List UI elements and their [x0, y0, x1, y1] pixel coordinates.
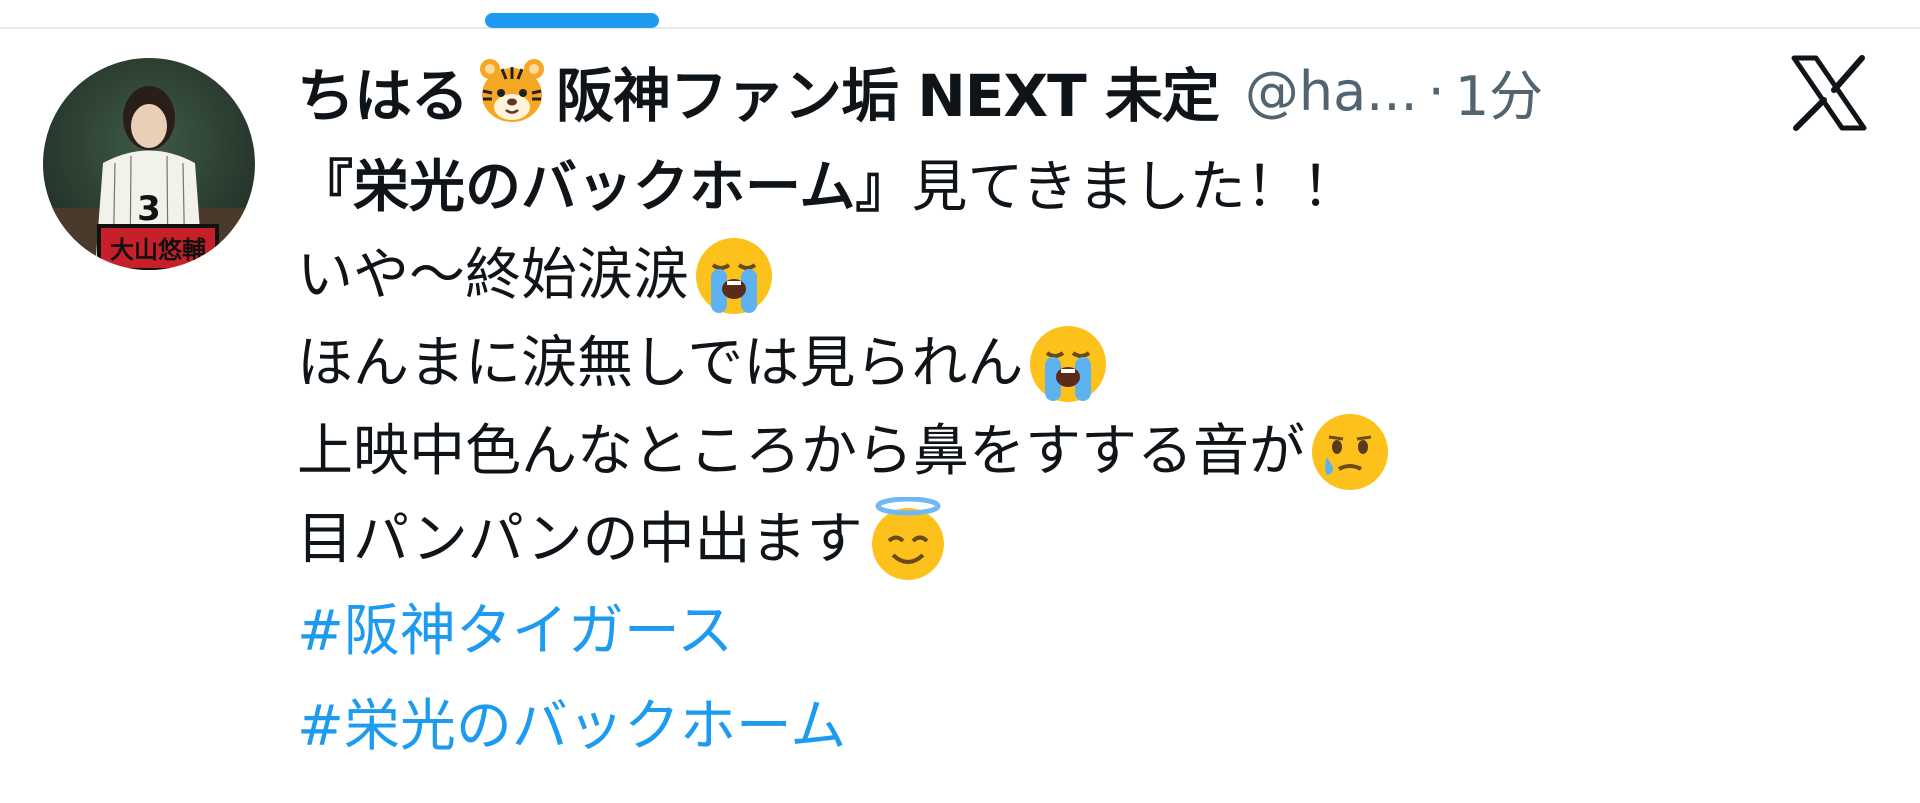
x-logo-icon[interactable] [1788, 52, 1870, 134]
face-holding-back-tears-icon [1312, 414, 1388, 490]
movie-title-text: 『栄光のバックホーム』 [297, 155, 912, 220]
smiling-face-with-halo-icon [871, 497, 944, 580]
jersey-number: 3 [137, 189, 161, 229]
tweet-line: ほんまに涙無しでは見られん [297, 320, 1797, 408]
tweet-line: 目パンパンの中出ます [297, 496, 1797, 584]
tweet-line: 上映中色んなところから鼻をすする音が [297, 408, 1797, 496]
separator-dot: · [1427, 59, 1445, 123]
hashtag-link[interactable]: #栄光のバックホーム [297, 679, 1797, 774]
banner-text: 大山悠輔 [110, 236, 206, 264]
hashtag-link[interactable]: #阪神タイガース [297, 584, 1797, 679]
tweet-line: 『栄光のバックホーム』 見てきました！！ [297, 144, 1797, 232]
display-name[interactable]: ちはる [297, 49, 469, 133]
avatar[interactable]: 3 大山悠輔 [43, 58, 255, 270]
tweet-line-text: いや〜終始涙涙 [297, 243, 689, 308]
tweet-line: いや〜終始涙涙 [297, 232, 1797, 320]
active-tab-indicator [485, 13, 659, 28]
tiger-face-icon [480, 59, 545, 122]
tweet-header: ちはる 阪神ファン垢 NEXT 未定 @ha... · 1分 [297, 50, 1737, 132]
timestamp[interactable]: 1分 [1455, 52, 1543, 131]
tweet-body: 『栄光のバックホーム』 見てきました！！ いや〜終始涙涙 ほんまに涙無しでは見られ… [297, 144, 1797, 774]
tweet-line-text: 目パンパンの中出ます [297, 507, 863, 572]
tweet-line-text: ほんまに涙無しでは見られん [297, 331, 1024, 396]
top-divider [0, 27, 1920, 29]
display-name-suffix[interactable]: 阪神ファン垢 NEXT 未定 [556, 49, 1220, 133]
loudly-crying-face-icon [1030, 326, 1107, 402]
user-handle[interactable]: @ha... [1245, 60, 1418, 123]
loudly-crying-face-icon [696, 238, 772, 314]
tweet-line-text: 見てきました！！ [911, 155, 1358, 220]
tweet-line-text: 上映中色んなところから鼻をすする音が [297, 419, 1305, 484]
